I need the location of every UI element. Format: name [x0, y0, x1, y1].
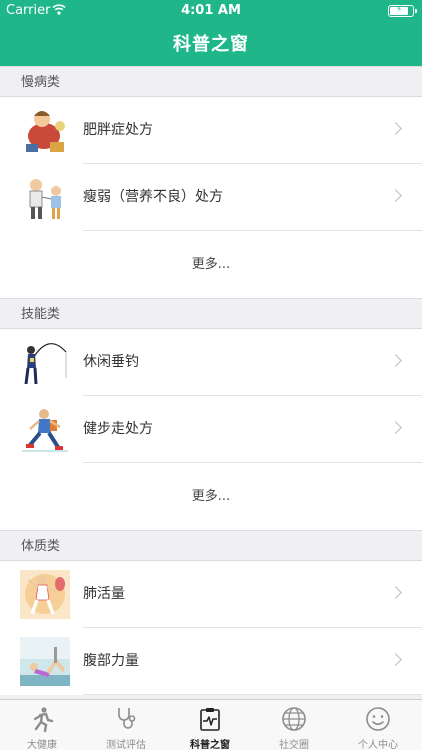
- smiley-face-icon: [366, 707, 390, 731]
- tab-label: 科普之窗: [190, 740, 230, 750]
- fishing-illustration-icon: [20, 338, 70, 387]
- chevron-right-icon: [389, 421, 402, 434]
- section-list-skills: 休闲垂钓 健步走处方 更多...: [0, 329, 422, 530]
- item-label: 健步走处方: [83, 421, 153, 437]
- more-button-chronic[interactable]: 更多...: [0, 231, 422, 298]
- navigation-bar: Carrier 4:01 AM ⚡ 科普之窗: [0, 0, 422, 66]
- tab-bar: 大健康 测试评估 科普之窗 社交圈 个人中心: [0, 699, 422, 750]
- list-item-leisure-fishing[interactable]: 休闲垂钓: [0, 329, 422, 396]
- chevron-right-icon: [389, 653, 402, 666]
- chevron-right-icon: [389, 189, 402, 202]
- list-item-brisk-walking[interactable]: 健步走处方: [0, 396, 422, 463]
- globe-icon: [282, 707, 306, 731]
- tab-science-window[interactable]: 科普之窗: [168, 700, 252, 750]
- section-header-chronic: 慢病类: [0, 66, 422, 97]
- tab-label: 测试评估: [106, 740, 146, 750]
- page-title: 科普之窗: [173, 34, 249, 55]
- running-person-icon: [33, 707, 54, 732]
- tab-label: 个人中心: [358, 740, 398, 750]
- item-label: 休闲垂钓: [83, 354, 139, 370]
- stethoscope-icon: [118, 708, 136, 729]
- walking-illustration-icon: [20, 405, 70, 454]
- item-label: 腹部力量: [83, 653, 139, 669]
- more-button-skills[interactable]: 更多...: [0, 463, 422, 530]
- status-bar: Carrier 4:01 AM ⚡: [0, 0, 422, 22]
- battery-icon: ⚡: [388, 5, 417, 17]
- obesity-illustration-icon: [20, 106, 70, 155]
- list-item-lung-capacity[interactable]: 肺活量: [0, 561, 422, 628]
- chevron-right-icon: [389, 354, 402, 367]
- item-label: 肥胖症处方: [83, 122, 153, 138]
- clock-time: 4:01 AM: [181, 3, 241, 18]
- clipboard-pulse-icon: [200, 708, 220, 731]
- list-item-underweight-prescription[interactable]: 瘦弱（营养不良）处方: [0, 164, 422, 231]
- underweight-illustration-icon: [20, 173, 70, 222]
- section-header-physique: 体质类: [0, 530, 422, 561]
- chevron-right-icon: [389, 122, 402, 135]
- tab-label: 大健康: [27, 740, 57, 750]
- section-header-skills: 技能类: [0, 298, 422, 329]
- chevron-right-icon: [389, 586, 402, 599]
- list-item-abdominal-strength[interactable]: 腹部力量: [0, 628, 422, 695]
- list-item-obesity-prescription[interactable]: 肥胖症处方: [0, 97, 422, 164]
- item-label: 肺活量: [83, 586, 125, 602]
- tab-assessment[interactable]: 测试评估: [84, 700, 168, 750]
- section-list-physique: 肺活量 腹部力量: [0, 561, 422, 695]
- lung-capacity-illustration-icon: [20, 570, 70, 619]
- item-label: 瘦弱（营养不良）处方: [83, 189, 223, 205]
- section-list-chronic: 肥胖症处方 瘦弱（营养不良）处方 更多...: [0, 97, 422, 298]
- abdominal-strength-illustration-icon: [20, 637, 70, 686]
- content-list[interactable]: 慢病类 肥胖症处方 瘦弱（营养不良）处方 更多... 技能类 休闲垂钓 健步走处…: [0, 66, 422, 699]
- tab-social[interactable]: 社交圈: [252, 700, 336, 750]
- tab-big-health[interactable]: 大健康: [0, 700, 84, 750]
- tab-personal-center[interactable]: 个人中心: [336, 700, 420, 750]
- tab-label: 社交圈: [279, 740, 309, 750]
